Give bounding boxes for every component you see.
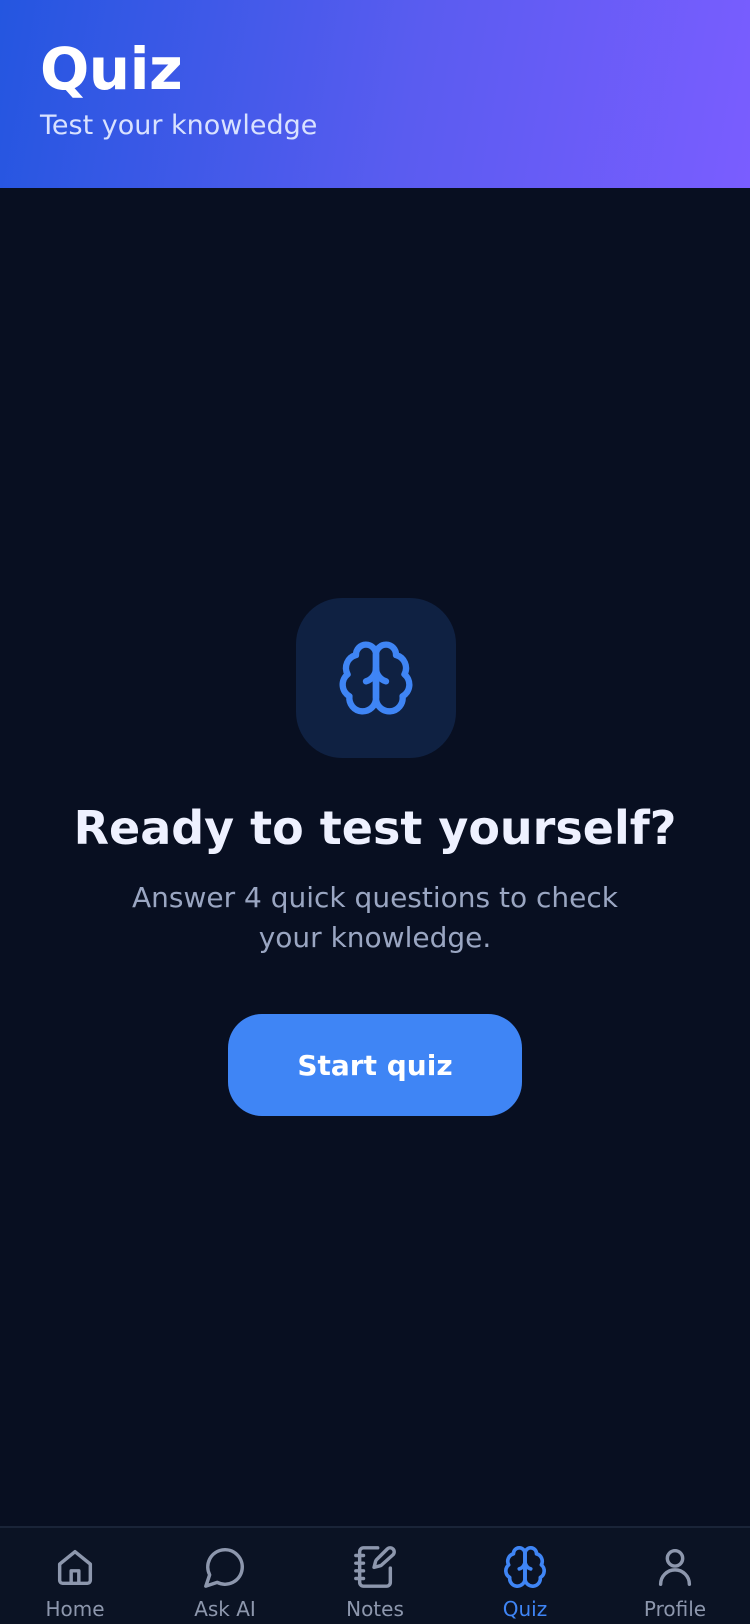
- nav-item-home[interactable]: Home: [0, 1528, 150, 1624]
- app-header: Quiz Test your knowledge: [0, 0, 750, 188]
- nav-item-profile[interactable]: Profile: [600, 1528, 750, 1624]
- user-icon: [652, 1544, 698, 1590]
- home-icon: [52, 1544, 98, 1590]
- start-quiz-button[interactable]: Start quiz: [228, 1014, 522, 1116]
- page-title: Quiz: [40, 35, 183, 103]
- brain-icon: [339, 641, 413, 715]
- notes-icon: [352, 1544, 398, 1590]
- page-subtitle: Test your knowledge: [40, 110, 318, 141]
- nav-label-home: Home: [45, 1597, 105, 1621]
- chat-bubble-icon: [202, 1544, 248, 1590]
- nav-label-notes: Notes: [346, 1597, 404, 1621]
- brain-icon: [502, 1544, 548, 1590]
- nav-label-profile: Profile: [643, 1597, 707, 1621]
- bottom-nav: Home Ask AI Notes Quiz Profile: [0, 1526, 750, 1624]
- hero-title: Ready to test yourself?: [73, 801, 677, 855]
- nav-item-quiz[interactable]: Quiz: [450, 1528, 600, 1624]
- nav-item-ask-ai[interactable]: Ask AI: [150, 1528, 300, 1624]
- nav-item-notes[interactable]: Notes: [300, 1528, 450, 1624]
- main-content: Ready to test yourself? Answer 4 quick q…: [0, 188, 750, 1526]
- nav-label-quiz: Quiz: [502, 1597, 548, 1621]
- hero-description: Answer 4 quick questions to check your k…: [132, 881, 618, 954]
- nav-label-ask-ai: Ask AI: [194, 1597, 256, 1621]
- hero-icon-container: [296, 598, 456, 758]
